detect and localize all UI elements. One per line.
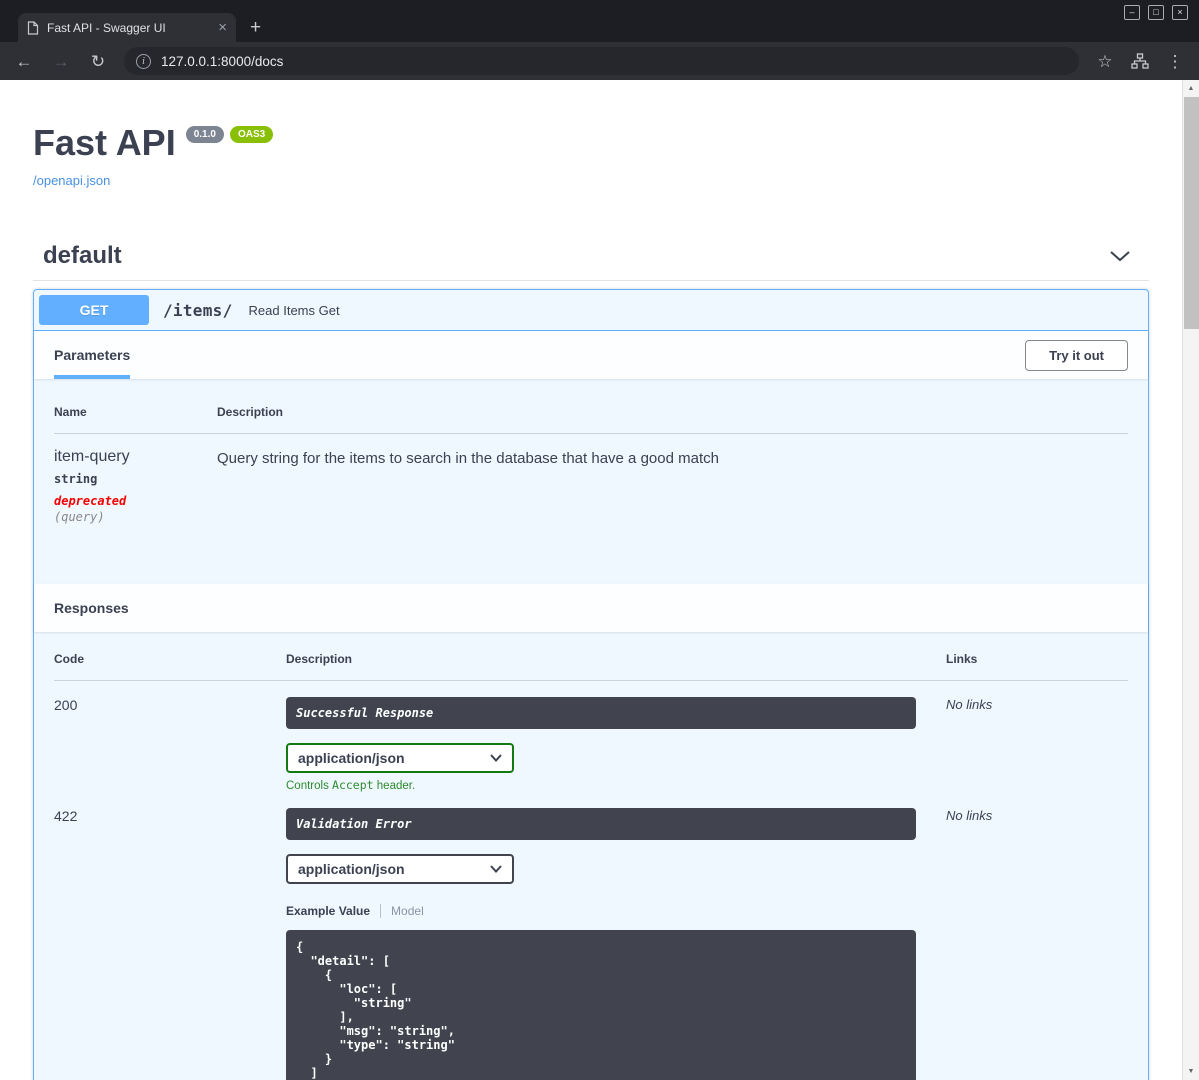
reload-button[interactable]: ↻ — [87, 53, 109, 70]
parameters-table-header: Name Description — [54, 393, 1128, 434]
scroll-up-icon[interactable]: ▲ — [1183, 80, 1199, 97]
openapi-spec-link[interactable]: /openapi.json — [33, 173, 110, 188]
tag-section-header[interactable]: default — [33, 242, 1149, 281]
new-tab-button[interactable]: + — [250, 18, 261, 37]
version-badge: 0.1.0 — [185, 126, 224, 143]
site-info-icon[interactable]: i — [136, 53, 151, 69]
media-type-value: application/json — [298, 861, 405, 877]
operation-body: Parameters Try it out Name Description i… — [34, 331, 1148, 1080]
page-viewport: Fast API 0.1.0 OAS3 /openapi.json defaul… — [0, 80, 1199, 1080]
operation-path: /items/ — [163, 300, 233, 320]
bookmark-star-icon[interactable]: ☆ — [1094, 53, 1116, 70]
responses-table-header: Code Description Links — [54, 652, 1128, 681]
site-hierarchy-icon[interactable] — [1131, 53, 1149, 69]
note-suffix: header. — [373, 780, 416, 792]
parameter-deprecated-flag: deprecated — [54, 494, 127, 508]
parameter-name: item-query — [54, 448, 130, 465]
maximize-button[interactable]: □ — [1148, 5, 1164, 20]
tab-strip: Fast API - Swagger UI × + — [18, 13, 261, 42]
browser-toolbar: ← → ↻ i 127.0.0.1:8000/docs ☆ ⋮ — [0, 42, 1199, 80]
media-type-select[interactable]: application/json — [286, 854, 514, 884]
responses-header: Responses — [34, 584, 1148, 632]
opblock-get-items: GET /items/ Read Items Get Parameters Tr… — [33, 289, 1149, 1080]
operation-summary[interactable]: GET /items/ Read Items Get — [34, 290, 1148, 331]
forward-button[interactable]: → — [50, 53, 72, 70]
tab-title: Fast API - Swagger UI — [47, 20, 166, 35]
response-col-description: Description — [286, 652, 946, 681]
media-type-select[interactable]: application/json — [286, 743, 514, 773]
api-badges: 0.1.0 OAS3 — [185, 126, 274, 143]
response-links: No links — [946, 697, 993, 712]
page-title: Fast API 0.1.0 OAS3 — [33, 122, 1149, 163]
window-controls: – □ × — [1124, 5, 1188, 20]
parameter-name-cell: item-query string deprecated (query) — [54, 434, 217, 524]
accept-header-note: Controls Accept header. — [286, 778, 946, 792]
response-col-links: Links — [946, 652, 1128, 681]
address-bar[interactable]: i 127.0.0.1:8000/docs — [124, 47, 1079, 75]
tab-close-icon[interactable]: × — [218, 20, 227, 35]
response-row-200: 200 Successful Response application/json… — [54, 681, 1128, 792]
note-code: Accept — [332, 778, 374, 792]
scroll-down-icon[interactable]: ▼ — [1183, 1063, 1199, 1080]
menu-icon[interactable]: ⋮ — [1164, 53, 1186, 70]
example-json-block: { "detail": [ { "loc": [ "string" ], "ms… — [286, 930, 916, 1080]
window-titlebar: Fast API - Swagger UI × + – □ × — [0, 0, 1199, 42]
model-tab[interactable]: Model — [381, 904, 424, 918]
scrollbar-thumb[interactable] — [1184, 97, 1199, 329]
example-model-tabs: Example Value Model — [286, 904, 946, 918]
http-method-badge: GET — [39, 295, 149, 325]
tag-title: default — [43, 242, 122, 269]
operation-summary-text: Read Items Get — [248, 302, 340, 318]
url-text: 127.0.0.1:8000/docs — [161, 53, 284, 69]
parameters-table: Name Description item-query string depre… — [34, 379, 1148, 584]
browser-tab[interactable]: Fast API - Swagger UI × — [18, 13, 236, 42]
parameters-header: Parameters Try it out — [34, 331, 1148, 379]
response-row-422: 422 Validation Error application/json Ex… — [54, 792, 1128, 1080]
minimize-button[interactable]: – — [1124, 5, 1140, 20]
try-it-out-button[interactable]: Try it out — [1025, 339, 1128, 371]
browser-window: Fast API - Swagger UI × + – □ × ← → ↻ i … — [0, 0, 1199, 1080]
parameter-row: item-query string deprecated (query) Que… — [54, 434, 1128, 524]
chevron-down-icon — [490, 754, 502, 762]
swagger-page: Fast API 0.1.0 OAS3 /openapi.json defaul… — [0, 80, 1182, 1080]
oas-badge: OAS3 — [229, 126, 274, 143]
parameter-description: Query string for the items to search in … — [217, 450, 719, 467]
responses-title: Responses — [54, 600, 129, 616]
back-button[interactable]: ← — [13, 53, 35, 70]
api-info: Fast API 0.1.0 OAS3 /openapi.json — [33, 80, 1149, 190]
response-code: 422 — [54, 808, 78, 824]
responses-table: Code Description Links 200 Successful Re… — [34, 632, 1148, 1080]
response-links: No links — [946, 808, 993, 823]
api-title-text: Fast API — [33, 122, 176, 163]
scrollbar[interactable]: ▲ ▼ — [1182, 80, 1199, 1080]
response-description: Successful Response — [286, 697, 916, 729]
chevron-down-icon[interactable] — [1109, 250, 1131, 262]
close-button[interactable]: × — [1172, 5, 1188, 20]
response-description: Validation Error — [286, 808, 916, 840]
parameter-location: (query) — [54, 510, 105, 524]
chevron-down-icon — [490, 865, 502, 873]
media-type-value: application/json — [298, 750, 405, 766]
parameter-type: string — [54, 472, 98, 486]
response-col-code: Code — [54, 652, 286, 681]
response-code: 200 — [54, 697, 78, 713]
response-description-cell: Validation Error application/json Exampl… — [286, 792, 946, 1080]
document-icon — [27, 20, 39, 35]
response-description-cell: Successful Response application/json Con… — [286, 681, 946, 792]
param-col-description: Description — [217, 393, 1128, 434]
parameters-tab: Parameters — [54, 331, 131, 379]
example-value-tab[interactable]: Example Value — [286, 904, 382, 918]
note-prefix: Controls — [286, 780, 333, 792]
param-col-name: Name — [54, 393, 217, 434]
